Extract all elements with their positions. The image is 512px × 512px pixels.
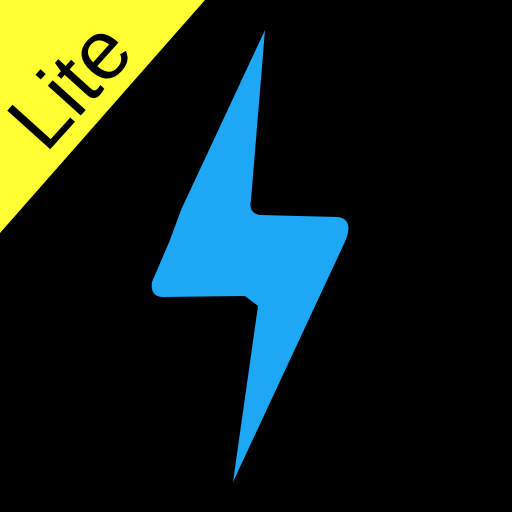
app-icon: Lite (0, 0, 512, 512)
app-icon-artwork: Lite (0, 0, 512, 512)
